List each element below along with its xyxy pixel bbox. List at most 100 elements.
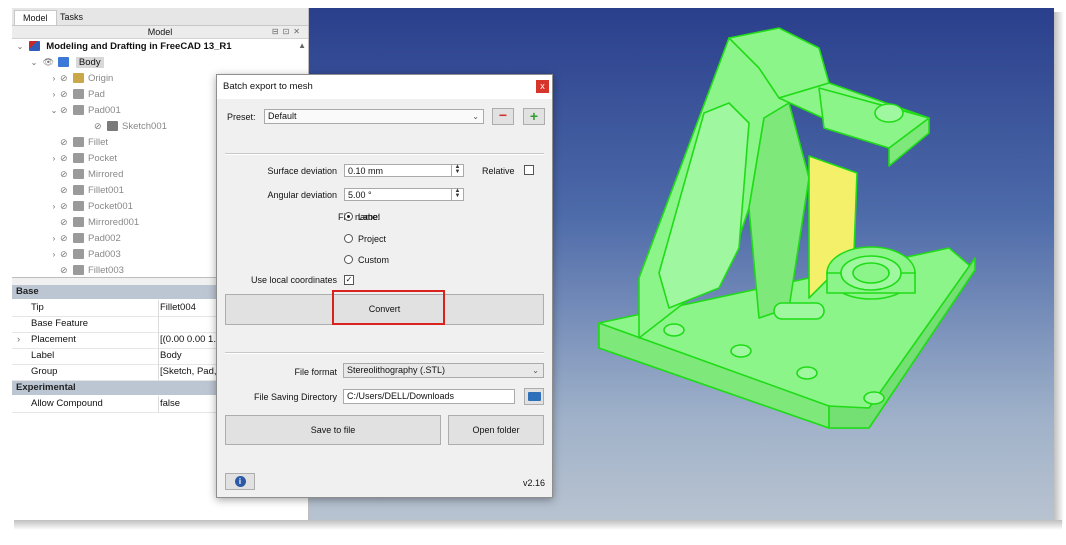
- pad-icon: [73, 105, 84, 116]
- eye-hidden-icon[interactable]: ⊘: [60, 87, 71, 102]
- info-button[interactable]: i: [225, 473, 255, 490]
- tree-item-origin[interactable]: › ⊘ Origin: [48, 71, 114, 86]
- surface-deviation-field[interactable]: 0.10 mm ▲ ▼: [344, 164, 464, 177]
- eye-hidden-icon[interactable]: ⊘: [60, 199, 71, 214]
- radio-label[interactable]: [344, 212, 353, 221]
- pocket-icon: [73, 201, 84, 212]
- expand-arrow-icon[interactable]: ›: [48, 151, 60, 166]
- chevron-down-icon: ⌄: [532, 366, 539, 375]
- prop-key: Placement: [31, 334, 76, 345]
- tree-root-label: Modeling and Drafting in FreeCAD 13_R1: [46, 41, 232, 52]
- eye-hidden-icon[interactable]: ⊘: [60, 71, 71, 86]
- pad-icon: [73, 89, 84, 100]
- radio-label-text: Label: [358, 212, 381, 222]
- tree-item-label: Pocket: [88, 153, 118, 164]
- tree-item-pad[interactable]: › ⊘ Pad: [48, 87, 105, 102]
- expand-arrow-icon[interactable]: ›: [48, 87, 60, 102]
- eye-icon[interactable]: 👁: [43, 55, 54, 70]
- tree-item-fillet001[interactable]: ⊘ Fillet001: [48, 183, 124, 198]
- tree-item-label: Pad003: [88, 249, 121, 260]
- panel-header: Model ⊟⊡✕: [12, 26, 308, 39]
- relative-checkbox[interactable]: [524, 165, 534, 175]
- remove-preset-button[interactable]: −: [492, 108, 514, 125]
- radio-custom-text: Custom: [358, 255, 390, 265]
- file-format-select[interactable]: Stereolithography (.STL) ⌄: [343, 363, 544, 378]
- tree-item-pad001[interactable]: ⌄ ⊘ Pad001: [48, 103, 121, 118]
- eye-hidden-icon[interactable]: ⊘: [60, 103, 71, 118]
- tree-item-pocket001[interactable]: › ⊘ Pocket001: [48, 199, 133, 214]
- eye-hidden-icon[interactable]: ⊘: [94, 119, 105, 134]
- save-to-file-button[interactable]: Save to file: [225, 415, 441, 445]
- expand-arrow-icon[interactable]: ›: [48, 71, 60, 86]
- eye-hidden-icon[interactable]: ⊘: [60, 151, 71, 166]
- pad-icon: [73, 233, 84, 244]
- convert-highlight-box: [332, 290, 445, 325]
- saving-directory-field[interactable]: C:/Users/DELL/Downloads: [343, 389, 515, 404]
- mirrored-icon: [73, 217, 84, 228]
- expand-arrow-icon[interactable]: ⌄: [48, 103, 60, 118]
- eye-hidden-icon[interactable]: ⊘: [60, 247, 71, 262]
- fillet-icon: [73, 185, 84, 196]
- dialog-title: Batch export to mesh: [223, 81, 313, 92]
- radio-custom[interactable]: [344, 255, 353, 264]
- hole: [730, 344, 752, 358]
- tree-item-pocket[interactable]: › ⊘ Pocket: [48, 151, 117, 166]
- spin-arrows-icon[interactable]: ▲ ▼: [451, 164, 463, 176]
- relative-label: Relative: [482, 166, 515, 176]
- eye-hidden-icon[interactable]: ⊘: [60, 167, 71, 182]
- spin-arrows-icon[interactable]: ▲ ▼: [451, 188, 463, 200]
- surface-deviation-value: 0.10 mm: [348, 166, 384, 176]
- preset-select[interactable]: Default ⌄: [264, 109, 484, 124]
- prop-key: Base Feature: [31, 318, 89, 329]
- tree-item-mirrored[interactable]: ⊘ Mirrored: [48, 167, 123, 182]
- radio-project-text: Project: [358, 234, 387, 244]
- eye-hidden-icon[interactable]: ⊘: [60, 183, 71, 198]
- close-icon[interactable]: x: [536, 80, 549, 93]
- folder-icon: [527, 392, 541, 401]
- tree-item-mirrored001[interactable]: ⊘ Mirrored001: [48, 215, 139, 230]
- prop-key: Allow Compound: [31, 398, 103, 409]
- tab-bar: Model Tasks: [12, 8, 308, 26]
- radio-project[interactable]: [344, 234, 353, 243]
- tree-item-pad003[interactable]: › ⊘ Pad003: [48, 247, 121, 262]
- panel-float-icon[interactable]: ⊟: [272, 27, 283, 36]
- tree-root[interactable]: ⌄ Modeling and Drafting in FreeCAD 13_R1: [14, 39, 232, 54]
- tree-item-label: Origin: [88, 73, 114, 84]
- slot: [773, 302, 825, 320]
- tree-item-pad002[interactable]: › ⊘ Pad002: [48, 231, 121, 246]
- tree-body-label: Body: [75, 57, 104, 68]
- expand-arrow-icon[interactable]: ⌄: [14, 39, 26, 54]
- tree-item-fillet003[interactable]: ⊘ Fillet003: [48, 263, 124, 277]
- expand-arrow-icon[interactable]: ›: [48, 199, 60, 214]
- open-folder-button[interactable]: Open folder: [448, 415, 544, 445]
- minus-icon: −: [498, 107, 508, 123]
- eye-hidden-icon[interactable]: ⊘: [60, 263, 71, 277]
- tab-tasks[interactable]: Tasks: [52, 10, 91, 24]
- eye-hidden-icon[interactable]: ⊘: [60, 215, 71, 230]
- expand-arrow-icon[interactable]: ›: [17, 332, 20, 348]
- tree-item-sketch001[interactable]: ⊘ Sketch001: [82, 119, 167, 134]
- pad-icon: [73, 249, 84, 260]
- scroll-up-icon[interactable]: ▲: [298, 41, 306, 50]
- eye-hidden-icon[interactable]: ⊘: [60, 135, 71, 150]
- tab-model[interactable]: Model: [14, 10, 57, 25]
- eye-hidden-icon[interactable]: ⊘: [60, 231, 71, 246]
- fillet-icon: [73, 137, 84, 148]
- body-icon: [58, 57, 70, 68]
- hole: [663, 323, 685, 337]
- add-preset-button[interactable]: +: [523, 108, 545, 125]
- browse-folder-button[interactable]: [524, 388, 544, 405]
- tree-item-label: Pocket001: [88, 201, 133, 212]
- expand-arrow-icon[interactable]: ⌄: [28, 55, 40, 70]
- saving-directory-value: C:/Users/DELL/Downloads: [347, 391, 455, 401]
- panel-undock-icon[interactable]: ⊡: [283, 27, 294, 36]
- tree-item-body[interactable]: ⌄ 👁 Body: [28, 55, 104, 70]
- angular-deviation-value: 5.00 °: [348, 190, 372, 200]
- tree-item-fillet[interactable]: ⊘ Fillet: [48, 135, 108, 150]
- expand-arrow-icon[interactable]: ›: [48, 247, 60, 262]
- angular-deviation-field[interactable]: 5.00 ° ▲ ▼: [344, 188, 464, 201]
- use-local-coordinates-checkbox[interactable]: ✓: [344, 275, 354, 285]
- panel-close-icon[interactable]: ✕: [293, 27, 304, 36]
- surface-deviation-label: Surface deviation: [267, 166, 337, 176]
- expand-arrow-icon[interactable]: ›: [48, 231, 60, 246]
